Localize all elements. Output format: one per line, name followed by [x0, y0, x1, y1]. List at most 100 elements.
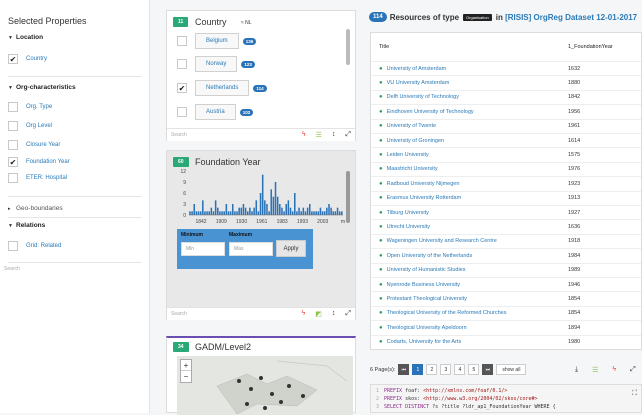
histogram-bar[interactable] [315, 211, 317, 215]
table-row[interactable]: ● University of Twente 1961 [371, 118, 641, 133]
first-page-button[interactable]: ⏮ [398, 364, 410, 375]
resource-title-link[interactable]: Delft University of Technology [387, 94, 459, 100]
resource-title-link[interactable]: University of Humanistic Studies [387, 267, 466, 273]
table-row[interactable]: ● Nyenrode Business University 1946 [371, 277, 641, 291]
histogram-bar[interactable] [283, 211, 285, 215]
resource-title-link[interactable]: Eindhoven University of Technology [387, 109, 474, 115]
histogram-bar[interactable] [323, 211, 326, 215]
histogram-bar[interactable] [274, 182, 277, 215]
histogram-bar[interactable] [210, 207, 213, 215]
checkbox[interactable] [177, 59, 187, 69]
facet-item-netherlands[interactable]: ✔ Netherlands 114 [177, 80, 267, 96]
list-icon[interactable]: ☰ [592, 366, 598, 374]
histogram-bar[interactable] [189, 211, 191, 215]
histogram-bar[interactable] [341, 211, 343, 215]
table-row[interactable]: ● University of Humanistic Studies 1989 [371, 262, 641, 277]
checkbox-checked[interactable]: ✔ [177, 83, 187, 93]
histogram-bar[interactable] [257, 211, 260, 215]
flash-icon[interactable]: ϟ [302, 310, 306, 318]
max-input[interactable]: Max [229, 242, 273, 256]
histogram-bar[interactable] [321, 211, 324, 215]
checkbox[interactable] [8, 102, 18, 112]
page-button[interactable]: 5 [468, 364, 480, 375]
property-grid-related[interactable]: Grid: Related [8, 240, 61, 252]
page-button[interactable]: 1 [412, 364, 424, 375]
table-row[interactable]: ● VU University Amsterdam 1880 [371, 75, 641, 89]
histogram-bar[interactable] [319, 207, 322, 215]
histogram-bar[interactable] [249, 207, 251, 215]
table-row[interactable]: ● Maastricht University 1976 [371, 161, 641, 176]
histogram-bar[interactable] [199, 211, 202, 215]
resource-title-link[interactable]: Tilburg University [387, 210, 429, 216]
fullscreen-icon[interactable]: ⛶ [632, 389, 637, 398]
histogram-bar[interactable] [268, 211, 270, 215]
zoom-in-button[interactable]: + [181, 360, 191, 371]
histogram-bar[interactable] [272, 196, 275, 215]
histogram-bar[interactable] [296, 211, 298, 215]
min-input[interactable]: Min [181, 242, 225, 256]
table-row[interactable]: ● Delft University of Technology 1842 [371, 89, 641, 104]
resource-title-link[interactable]: Codarts, University for the Arts [387, 339, 462, 345]
histogram-bar[interactable] [206, 211, 208, 215]
resource-title-link[interactable]: VU University Amsterdam [387, 80, 450, 86]
histogram-bar[interactable] [195, 211, 198, 215]
histogram-bar[interactable] [276, 196, 279, 215]
table-row[interactable]: ● Utrecht University 1636 [371, 219, 641, 233]
histogram-bar[interactable] [253, 207, 255, 215]
page-button[interactable]: 4 [454, 364, 466, 375]
checkbox-checked[interactable]: ✔ [8, 157, 18, 167]
search-input[interactable]: Search [171, 132, 187, 138]
section-geo-boundaries[interactable]: ▸ Geo-boundaries [8, 205, 63, 212]
histogram-bar[interactable] [298, 207, 300, 215]
table-row[interactable]: ● Erasmus University Rotterdam 1913 [371, 190, 641, 205]
histogram-bar[interactable] [259, 193, 262, 215]
histogram-bar[interactable] [217, 207, 219, 215]
histogram-bar[interactable] [261, 174, 264, 215]
table-row[interactable]: ● University of Groningen 1614 [371, 133, 641, 147]
histogram-bar[interactable] [219, 211, 221, 215]
histogram-bar[interactable] [304, 211, 307, 215]
histogram-bar[interactable] [193, 204, 196, 215]
sparql-query-editor[interactable]: 1 PREFIX foaf: <http://xmlns.com/foaf/0.1… [370, 384, 642, 413]
table-row[interactable]: ● Open University of the Netherlands 1984 [371, 248, 641, 262]
resource-title-link[interactable]: Maastricht University [387, 166, 438, 172]
resource-title-link[interactable]: University of Groningen [387, 138, 444, 144]
histogram-bar[interactable] [225, 204, 228, 215]
table-row[interactable]: ● Wageningen University and Research Cent… [371, 233, 641, 248]
histogram-bar[interactable] [242, 204, 245, 215]
flash-icon[interactable]: ϟ [302, 131, 306, 139]
histogram-bar[interactable] [246, 211, 249, 215]
facet-item-belgium[interactable]: Belgium 136 [177, 33, 257, 49]
histogram-bar[interactable] [202, 200, 204, 215]
histogram-bar[interactable] [281, 207, 283, 215]
histogram-bar[interactable] [300, 211, 302, 215]
histogram-bar[interactable] [197, 211, 200, 215]
expand-icon[interactable]: ⤢ [345, 310, 351, 318]
histogram-bar[interactable] [266, 204, 268, 215]
histogram-bar[interactable] [221, 211, 223, 215]
resource-title-link[interactable]: Protestant Theological University [387, 296, 467, 302]
search-input[interactable]: Search [4, 266, 20, 272]
scrollbar[interactable] [346, 29, 350, 65]
histogram-bar[interactable] [338, 211, 341, 215]
histogram-bar[interactable] [294, 193, 296, 215]
resource-title-link[interactable]: Theological University Apeldoorn [387, 325, 467, 331]
resource-title-link[interactable]: Leiden University [387, 152, 429, 158]
show-all-button[interactable]: show all [496, 364, 527, 375]
histogram-bar[interactable] [223, 211, 225, 215]
table-row[interactable]: ● Radboud University Nijmegen 1923 [371, 176, 641, 190]
list-icon[interactable]: ☰ [316, 131, 322, 139]
table-row[interactable]: ● Theological University Apeldoorn 1894 [371, 320, 641, 334]
histogram-bar[interactable] [212, 211, 215, 215]
table-row[interactable]: ● Theological University of the Reformed … [371, 305, 641, 320]
histogram-bar[interactable] [204, 211, 206, 215]
histogram-bar[interactable] [289, 207, 292, 215]
histogram-bar[interactable] [231, 204, 234, 215]
property-eter-hospital[interactable]: ETER: Hospital [8, 172, 67, 184]
histogram-bar[interactable] [336, 207, 339, 215]
dataset-link[interactable]: [RISIS] OrgReg Dataset 12-01-2017 [505, 13, 637, 22]
resource-title-link[interactable]: Theological University of the Reformed C… [387, 310, 507, 316]
property-org-type[interactable]: Org. Type [8, 101, 52, 113]
checkbox[interactable] [8, 121, 18, 131]
expand-icon[interactable]: ⤢ [630, 366, 636, 374]
